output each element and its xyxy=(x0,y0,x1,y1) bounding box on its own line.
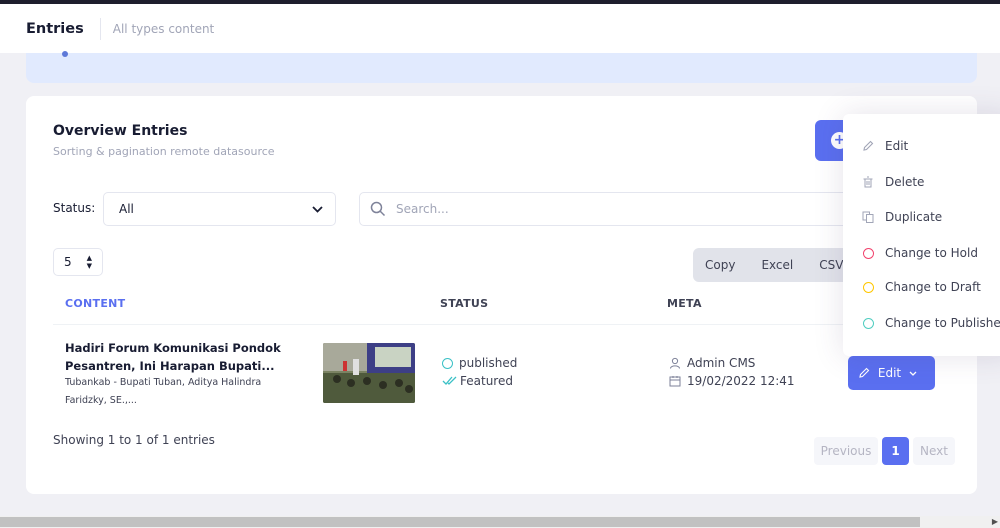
updown-icon: ▲ ▼ xyxy=(86,254,92,270)
excel-button[interactable]: Excel xyxy=(748,258,806,272)
circle-icon xyxy=(861,246,875,260)
export-buttons: Copy Excel CSV xyxy=(693,248,863,282)
entry-status-text: published xyxy=(459,356,518,370)
double-check-icon xyxy=(442,376,457,385)
page-size-value: 5 xyxy=(64,255,72,269)
page-1-button[interactable]: 1 xyxy=(882,437,909,465)
menu-item-label: Duplicate xyxy=(885,210,943,224)
alert-icon xyxy=(62,51,68,57)
entry-status: published xyxy=(442,356,517,370)
status-filter-label: Status: xyxy=(53,201,96,215)
menu-item-change-to-hold[interactable]: Change to Hold xyxy=(861,243,978,263)
entry-description: Tubankab - Bupati Tuban, Aditya Halindra… xyxy=(65,377,262,406)
entry-title-link[interactable]: Hadiri Forum Komunikasi Pondok Pesantren… xyxy=(65,339,305,375)
search-icon xyxy=(370,201,386,217)
scrollbar-thumb[interactable] xyxy=(0,517,920,527)
menu-item-label: Edit xyxy=(885,139,909,153)
column-header-meta[interactable]: META xyxy=(667,297,702,310)
entry-featured: Featured xyxy=(442,374,513,388)
status-filter-select[interactable]: All xyxy=(103,192,336,226)
menu-item-delete[interactable]: Delete xyxy=(861,172,924,192)
scroll-right-arrow-icon[interactable]: ▶ xyxy=(992,516,998,528)
card-subtitle: Sorting & pagination remote datasource xyxy=(53,145,275,158)
page-subtitle: All types content xyxy=(112,21,215,36)
header-divider xyxy=(99,17,101,40)
info-alert xyxy=(26,51,977,83)
user-icon xyxy=(670,357,680,369)
row-edit-label: Edit xyxy=(877,366,902,380)
horizontal-scrollbar[interactable]: ▶ xyxy=(0,516,1000,528)
published-circle-icon xyxy=(442,357,453,369)
entry-date-text: 19/02/2022 12:41 xyxy=(687,374,795,388)
row-actions-dropdown: Edit Delete Duplicate Change to Hold Cha… xyxy=(843,114,1000,356)
page-title: Entries xyxy=(26,20,84,37)
page-size-select[interactable]: 5 ▲ ▼ xyxy=(53,248,103,276)
circle-icon xyxy=(861,280,875,294)
menu-item-change-to-draft[interactable]: Change to Draft xyxy=(861,277,981,297)
search-box[interactable] xyxy=(359,192,859,226)
entry-author-text: Admin CMS xyxy=(687,356,756,370)
entry-author: Admin CMS xyxy=(669,356,755,370)
menu-item-label: Delete xyxy=(885,175,925,189)
copy-button[interactable]: Copy xyxy=(693,258,748,272)
page-header: Entries All types content xyxy=(0,4,1000,53)
previous-page-button[interactable]: Previous xyxy=(814,437,878,465)
column-header-status[interactable]: STATUS xyxy=(440,297,488,310)
menu-item-label: Change to Hold xyxy=(885,246,978,260)
calendar-icon xyxy=(669,376,681,387)
menu-item-change-to-published[interactable]: Change to Publishe xyxy=(861,313,1000,333)
menu-item-label: Change to Publishe xyxy=(885,316,1000,330)
entry-featured-text: Featured xyxy=(460,374,513,388)
pagination: Previous 1 Next xyxy=(814,437,955,465)
thumbnail-image xyxy=(323,343,415,403)
pencil-icon xyxy=(861,139,875,153)
menu-item-label: Change to Draft xyxy=(885,280,981,294)
entry-date: 19/02/2022 12:41 xyxy=(669,374,795,388)
pencil-icon xyxy=(859,367,870,378)
entries-card: Overview Entries Sorting & pagination re… xyxy=(26,96,977,494)
chevron-down-icon xyxy=(312,205,323,213)
chevron-down-icon xyxy=(909,371,917,376)
entry-thumbnail xyxy=(323,343,415,403)
table-header-divider xyxy=(53,324,950,325)
search-input[interactable] xyxy=(396,202,796,216)
copy-icon xyxy=(861,210,875,224)
next-page-button[interactable]: Next xyxy=(913,437,955,465)
menu-item-edit[interactable]: Edit xyxy=(861,136,908,156)
status-filter-value: All xyxy=(119,202,134,216)
menu-item-duplicate[interactable]: Duplicate xyxy=(861,207,942,227)
column-header-content[interactable]: CONTENT xyxy=(65,297,125,310)
circle-icon xyxy=(861,316,875,330)
trash-icon xyxy=(861,175,875,189)
showing-entries-info: Showing 1 to 1 of 1 entries xyxy=(53,433,215,447)
row-edit-button[interactable]: Edit xyxy=(848,356,935,390)
card-title: Overview Entries xyxy=(53,123,188,139)
